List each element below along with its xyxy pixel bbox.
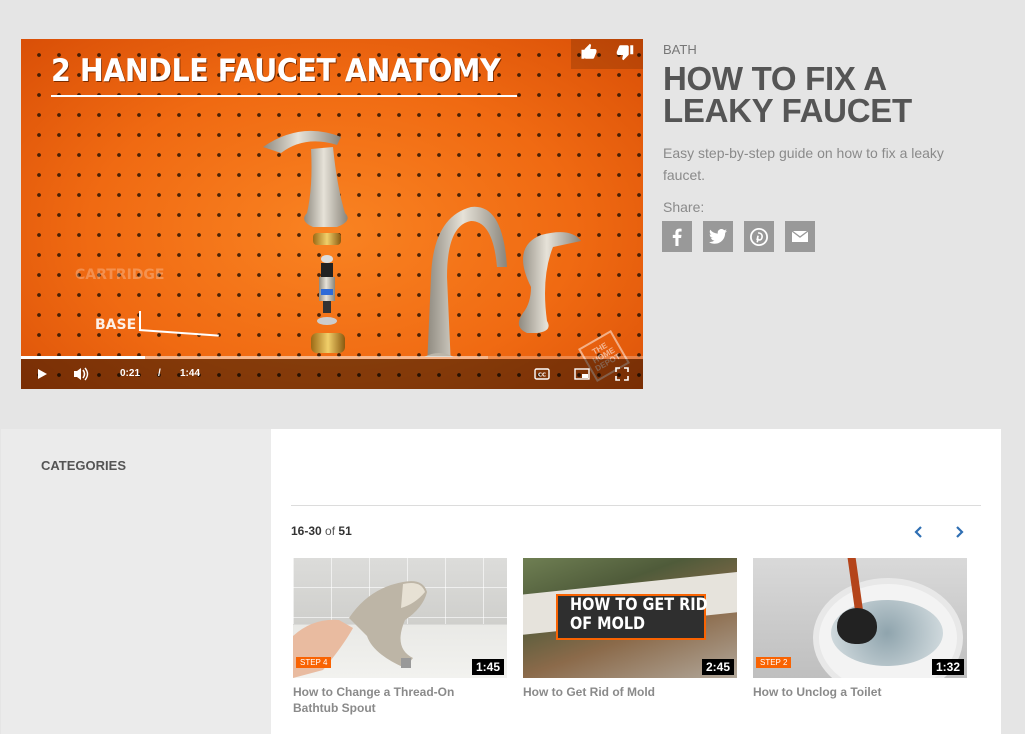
video-results: 16-30 of 51 STEP 4 1:45 How to Change a … <box>271 429 1001 734</box>
facebook-icon[interactable] <box>662 221 692 252</box>
results-total: 51 <box>338 524 352 538</box>
fullscreen-icon[interactable] <box>614 366 630 382</box>
previous-page-button[interactable] <box>910 524 926 540</box>
total-duration: 1:44 <box>180 368 201 379</box>
divider <box>291 505 981 506</box>
twitter-icon[interactable] <box>703 221 733 252</box>
label-pointer <box>139 311 141 331</box>
faucet-illustration <box>263 130 581 357</box>
current-time: 0:21 <box>120 368 141 379</box>
thumbs-down-icon[interactable] <box>616 43 634 66</box>
video-player[interactable]: 2 HANDLE FAUCET ANATOMY CARTRIDGE BASE T… <box>21 39 643 389</box>
video-overlay-title: 2 HANDLE FAUCET ANATOMY <box>51 53 501 89</box>
video-card[interactable]: STEP 4 1:45 How to Change a Thread-On Ba… <box>293 558 507 716</box>
category-label[interactable]: BATH <box>663 42 697 57</box>
play-icon[interactable] <box>34 366 50 382</box>
part-label-base: BASE <box>95 317 137 333</box>
email-icon[interactable] <box>785 221 815 252</box>
video-duration: 1:32 <box>931 659 964 675</box>
pinterest-icon[interactable] <box>744 221 774 252</box>
video-duration: 2:45 <box>701 659 734 675</box>
share-buttons <box>662 221 815 252</box>
video-card-title[interactable]: How to Get Rid of Mold <box>523 684 713 700</box>
step-badge: STEP 2 <box>756 657 792 668</box>
page-title: HOW TO FIX A LEAKY FAUCET <box>663 60 912 129</box>
player-controls: 0:21 / 1:44 CC <box>21 359 643 389</box>
video-card-list: STEP 4 1:45 How to Change a Thread-On Ba… <box>293 558 967 716</box>
picture-in-picture-icon[interactable] <box>574 366 590 382</box>
chevron-right-icon <box>956 526 964 538</box>
video-thumbnail[interactable]: HOW TO GET RID OF MOLD 2:45 <box>523 558 737 678</box>
title-underline <box>51 95 517 97</box>
rating-bar <box>571 39 643 69</box>
share-label: Share: <box>663 199 705 215</box>
svg-text:CC: CC <box>538 373 546 379</box>
closed-captions-icon[interactable]: CC <box>534 366 550 382</box>
thumbs-up-icon[interactable] <box>580 43 598 66</box>
part-label-cartridge: CARTRIDGE <box>75 267 165 283</box>
results-count: 16-30 of 51 <box>291 524 352 538</box>
video-card-title[interactable]: How to Unclog a Toilet <box>753 684 943 700</box>
video-card[interactable]: HOW TO GET RID OF MOLD 2:45 How to Get R… <box>523 558 737 716</box>
video-duration: 1:45 <box>471 659 504 675</box>
video-thumbnail[interactable]: STEP 2 1:32 <box>753 558 967 678</box>
results-range: 16-30 <box>291 524 322 538</box>
video-card[interactable]: STEP 2 1:32 How to Unclog a Toilet <box>753 558 967 716</box>
results-of: of <box>325 524 336 538</box>
time-separator: / <box>158 368 161 379</box>
plunger-cup <box>837 608 877 644</box>
video-card-title[interactable]: How to Change a Thread-On Bathtub Spout <box>293 684 483 716</box>
article-description: Easy step-by-step guide on how to fix a … <box>663 145 944 183</box>
step-badge: STEP 4 <box>296 657 332 668</box>
volume-icon[interactable] <box>73 366 89 382</box>
video-thumbnail[interactable]: STEP 4 1:45 <box>293 558 507 678</box>
sidebar-title: CATEGORIES <box>41 458 126 473</box>
categories-sidebar: CATEGORIES <box>1 429 271 734</box>
chevron-left-icon <box>914 526 922 538</box>
thumbnail-title-text: HOW TO GET RID OF MOLD <box>570 595 708 634</box>
next-page-button[interactable] <box>952 524 968 540</box>
